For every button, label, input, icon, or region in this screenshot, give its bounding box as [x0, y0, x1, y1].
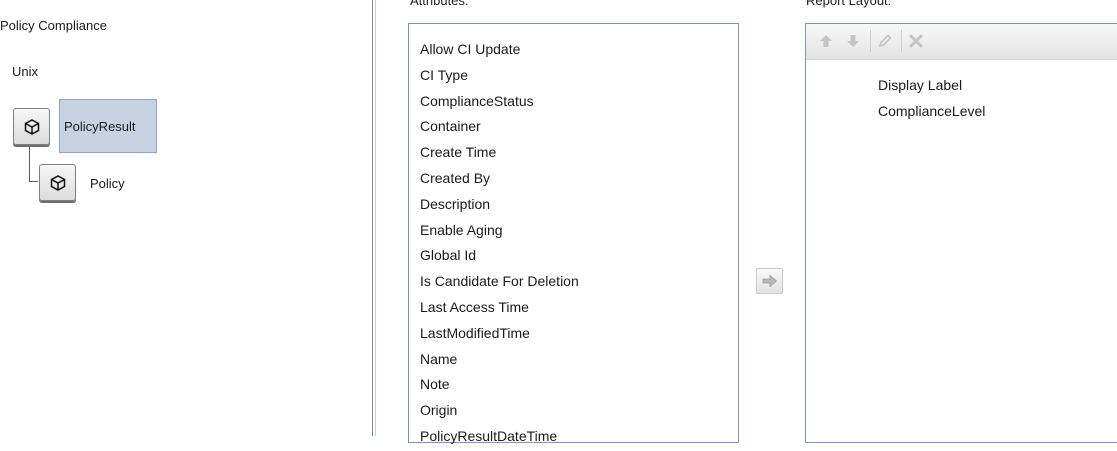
attribute-item[interactable]: Global Id [420, 244, 579, 270]
layout-toolbar [806, 24, 1117, 60]
attributes-list[interactable]: Allow CI Update CI Type ComplianceStatus Co… [408, 23, 739, 444]
arrow-right-icon [762, 274, 777, 288]
x-icon [909, 34, 923, 48]
arrow-up-icon [820, 35, 832, 47]
attribute-item[interactable]: ComplianceStatus [420, 90, 579, 116]
attribute-item[interactable]: LastModifiedTime [420, 322, 579, 348]
report-layout-panel: Display Label ComplianceLevel [805, 23, 1117, 443]
toolbar-separator [870, 30, 871, 52]
node-label: Policy [90, 176, 125, 191]
attribute-item[interactable]: Create Time [420, 141, 579, 167]
pane-splitter-highlight [375, 0, 376, 436]
layout-header: Report Layout: [806, 0, 892, 8]
tree-connector-vertical [29, 146, 30, 181]
attribute-item[interactable]: Note [420, 373, 579, 399]
cube-icon [24, 118, 39, 135]
attribute-item[interactable]: Enable Aging [420, 219, 579, 245]
attribute-item[interactable]: Created By [420, 167, 579, 193]
tree-title: Policy Compliance [0, 18, 107, 33]
attribute-item[interactable]: Allow CI Update [420, 38, 579, 64]
edit-button[interactable] [873, 29, 897, 53]
arrow-down-icon [847, 35, 859, 47]
attribute-item[interactable]: Last Access Time [420, 296, 579, 322]
attribute-item[interactable]: PolicyResultDateTime [420, 425, 579, 451]
pencil-icon [878, 34, 892, 48]
move-down-button[interactable] [841, 29, 865, 53]
node-button[interactable] [13, 108, 50, 145]
node-button[interactable] [39, 164, 76, 201]
toolbar-separator [901, 30, 902, 52]
attribute-item[interactable]: Container [420, 115, 579, 141]
move-up-button[interactable] [814, 29, 838, 53]
node-label: PolicyResult [64, 119, 136, 134]
pane-splitter[interactable] [372, 0, 373, 436]
layout-item[interactable]: Display Label [878, 74, 985, 100]
add-to-layout-button[interactable] [756, 268, 783, 294]
attribute-item[interactable]: Name [420, 348, 579, 374]
attribute-item[interactable]: Is Candidate For Deletion [420, 270, 579, 296]
layout-items[interactable]: Display Label ComplianceLevel [878, 74, 985, 126]
tree-pane: Policy Compliance Unix PolicyResult Poli… [0, 0, 370, 436]
delete-button[interactable] [904, 29, 928, 53]
attribute-item[interactable]: Origin [420, 399, 579, 425]
tree-connector-horizontal [29, 181, 38, 182]
cube-icon [50, 174, 65, 191]
layout-item[interactable]: ComplianceLevel [878, 100, 985, 126]
attribute-item[interactable]: Description [420, 193, 579, 219]
attribute-item[interactable]: CI Type [420, 64, 579, 90]
tree-root-label: Unix [12, 64, 39, 79]
attributes-header: Attributes: [410, 0, 469, 8]
